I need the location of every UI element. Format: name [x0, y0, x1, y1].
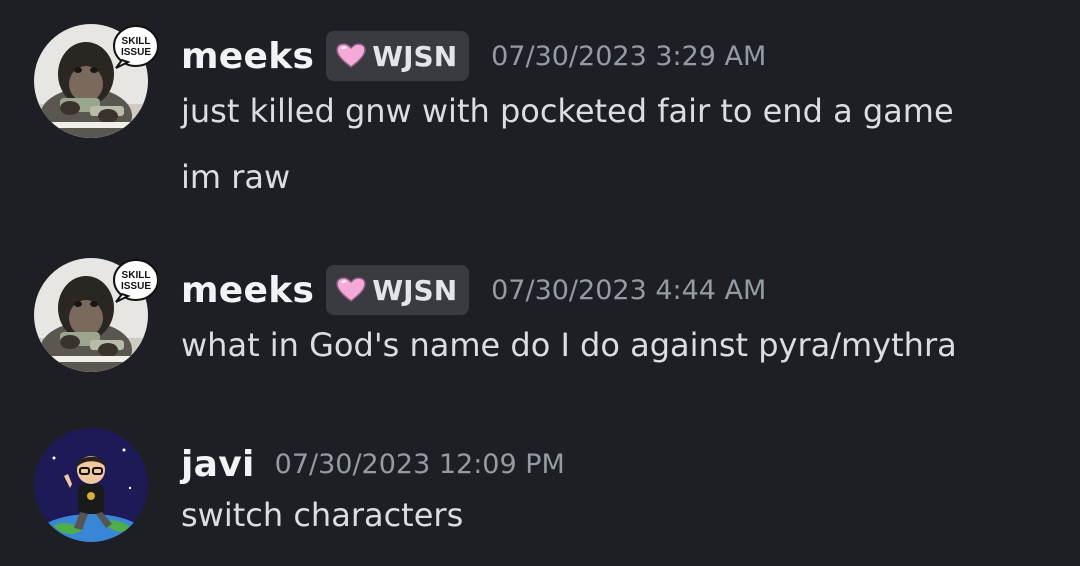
- avatar-meeks[interactable]: SKILL ISSUE: [34, 24, 158, 138]
- message-header: meeks WJSN 07/30/2023 3:29 AM: [181, 30, 766, 82]
- pink-heart-icon: [336, 277, 366, 302]
- svg-text:ISSUE: ISSUE: [121, 47, 151, 58]
- pink-heart-icon: [336, 43, 366, 68]
- chat-log: SKILL ISSUE meeks WJSN 07/30/2023 3:29 A…: [0, 0, 1080, 566]
- server-tag[interactable]: WJSN: [326, 265, 470, 315]
- avatar-meeks[interactable]: SKILL ISSUE: [34, 258, 158, 372]
- svg-text:SKILL: SKILL: [122, 36, 151, 47]
- skill-issue-badge: SKILL ISSUE: [113, 25, 158, 69]
- chimp-avatar-icon: SKILL ISSUE: [34, 258, 158, 372]
- username[interactable]: meeks: [181, 36, 314, 77]
- timestamp[interactable]: 07/30/2023 4:44 AM: [491, 275, 766, 306]
- svg-text:ISSUE: ISSUE: [121, 281, 151, 292]
- message-text: what in God's name do I do against pyra/…: [181, 326, 957, 364]
- message-text: just killed gnw with pocketed fair to en…: [181, 92, 954, 130]
- message-text: switch characters: [181, 496, 464, 534]
- username[interactable]: javi: [181, 444, 255, 485]
- timestamp[interactable]: 07/30/2023 12:09 PM: [275, 449, 565, 480]
- svg-text:SKILL: SKILL: [122, 270, 151, 281]
- skill-issue-badge: SKILL ISSUE: [113, 259, 158, 303]
- username[interactable]: meeks: [181, 270, 314, 311]
- message-header: javi 07/30/2023 12:09 PM: [181, 438, 565, 490]
- server-tag-label: WJSN: [372, 39, 458, 73]
- message-text: im raw: [181, 158, 291, 196]
- avatar-javi[interactable]: [34, 428, 148, 542]
- server-tag-label: WJSN: [372, 273, 458, 307]
- chimp-avatar-icon: SKILL ISSUE: [34, 24, 158, 138]
- server-tag[interactable]: WJSN: [326, 31, 470, 81]
- cartoon-avatar-icon: [34, 428, 148, 542]
- timestamp[interactable]: 07/30/2023 3:29 AM: [491, 41, 766, 72]
- message-header: meeks WJSN 07/30/2023 4:44 AM: [181, 264, 766, 316]
